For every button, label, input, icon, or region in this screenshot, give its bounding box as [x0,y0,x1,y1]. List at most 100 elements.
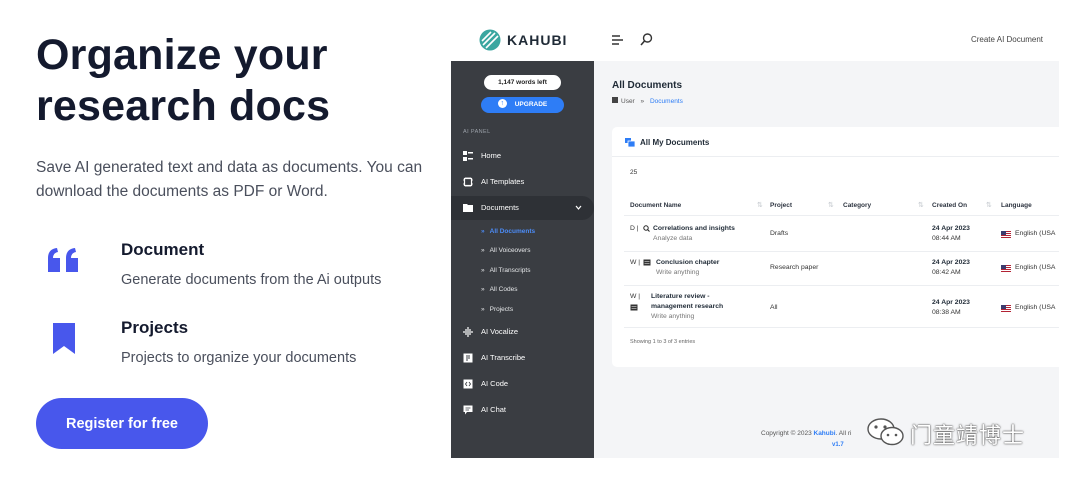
search-icon[interactable] [639,32,654,47]
column-header-category[interactable]: Category [843,202,871,209]
chat-icon [463,405,473,415]
breadcrumb: User » Documents [612,97,683,105]
sidebar-item-documents[interactable]: Documents [451,196,594,220]
column-header-language[interactable]: Language [1001,202,1032,209]
document-template: Write anything [656,269,700,276]
arrow-icon: » [481,306,485,313]
sub-label: All Documents [489,228,536,235]
sidebar-item-label: AI Chat [481,405,507,414]
sidebar-sub-all-transcripts[interactable]: » All Transcripts [481,267,530,274]
breadcrumb-separator: » [640,98,645,105]
feature-title: Projects [121,318,189,337]
sidebar-item-ai-templates[interactable]: AI Templates [451,170,594,194]
document-name-line2[interactable]: management research [651,303,723,310]
watermark-text: 门童靖博士 [910,423,1026,448]
sidebar-item-ai-code[interactable]: AI Code [451,372,594,396]
version-label: v1.7 [832,442,844,448]
feature-desc: Generate documents from the Ai outputs [121,272,382,288]
sort-icon[interactable]: ⇅ [918,201,924,209]
document-project: Drafts [770,230,789,237]
document-template: Analyze data [653,235,693,242]
sidebar-sub-all-codes[interactable]: » All Codes [481,286,517,293]
sidebar-item-ai-vocalize[interactable]: AI Vocalize [451,320,594,344]
transcribe-icon [463,353,473,363]
sidebar-sub-projects[interactable]: » Projects [481,306,513,313]
document-language: English (USA [1015,230,1056,237]
upgrade-label: UPGRADE [514,101,548,108]
sidebar-item-label: Documents [481,203,519,212]
sort-icon[interactable]: ⇅ [828,201,834,209]
divider [624,285,1059,286]
sidebar-item-ai-transcribe[interactable]: AI Transcribe [451,346,594,370]
page-title: All Documents [612,80,683,91]
magnify-icon [643,225,650,232]
column-header-document-name[interactable]: Document Name [630,202,681,209]
document-project: Research paper [770,264,819,271]
footer: Copyright © 2023 Kahubi. All ri [761,430,851,437]
divider [624,215,1059,216]
card-title: All My Documents [640,138,710,147]
sub-label: Projects [489,306,514,313]
hero-title: Organize your research docs [36,31,331,130]
templates-icon [463,177,473,187]
us-flag-icon [1001,265,1011,272]
feature-desc: Projects to organize your documents [121,350,357,366]
upgrade-button[interactable]: ↑ UPGRADE [481,97,564,113]
chevron-down-icon [575,205,582,210]
sub-label: All Voiceovers [489,247,531,254]
watermark: 门童靖博士 [866,416,1046,448]
wechat-icon [867,418,904,446]
copyright-text: Copyright © 2023 [761,430,812,437]
document-time: 08:38 AM [932,309,961,316]
kahubi-logo-icon [479,29,501,51]
logo-text: KAHUBI [507,32,568,48]
sidebar-item-label: AI Code [481,379,509,388]
brand-link[interactable]: Kahubi [814,430,836,437]
arrow-icon: » [481,286,485,293]
document-project: All [770,304,778,311]
card-header: All My Documents [612,127,1059,157]
arrow-icon: » [481,228,485,235]
sidebar-item-label: Home [481,151,502,160]
quote-icon [48,248,78,272]
sidebar-item-ai-chat[interactable]: AI Chat [451,398,594,422]
sort-icon[interactable]: ⇅ [757,201,763,209]
feature-document: Document Generate documents from the Ai … [36,240,446,300]
document-name-link[interactable]: Correlations and insights [653,225,735,232]
document-name-link[interactable]: Conclusion chapter [656,259,719,266]
main-content: All Documents User » Documents All My Do… [594,61,1059,458]
document-name-link[interactable]: Literature review - [651,293,710,300]
us-flag-icon [1001,305,1011,312]
sidebar-sub-all-voiceovers[interactable]: » All Voiceovers [481,247,530,254]
sidebar-item-label: AI Vocalize [481,327,519,336]
user-icon [612,97,618,104]
sidebar: 1,147 words left ↑ UPGRADE AI PANEL Home … [451,61,594,458]
document-template: Write anything [651,313,695,320]
feature-projects: Projects Projects to organize your docum… [36,318,446,378]
app-screenshot: KAHUBI Create AI Document 1,147 words le… [451,20,1059,458]
arrow-icon: » [481,247,485,254]
doc-type-badge: W | [630,293,641,300]
document-language: English (USA [1015,264,1056,271]
breadcrumb-current[interactable]: Documents [650,98,683,105]
sidebar-item-label: AI Templates [481,177,525,186]
divider [624,327,1059,328]
create-ai-document-link[interactable]: Create AI Document [971,35,1043,44]
sub-label: All Codes [489,286,518,293]
column-header-project[interactable]: Project [770,202,792,209]
column-header-created-on[interactable]: Created On [932,202,967,209]
sidebar-item-label: AI Transcribe [481,353,526,362]
menu-icon[interactable] [611,33,625,47]
document-date: 24 Apr 2023 [932,299,970,306]
page-size-select[interactable]: 25 [630,169,637,176]
documents-icon [625,138,635,147]
sort-icon[interactable]: ⇅ [986,201,992,209]
register-button[interactable]: Register for free [36,398,208,449]
breadcrumb-root[interactable]: User [621,98,635,105]
doc-type-badge: D | [630,225,639,232]
document-language: English (USA [1015,304,1056,311]
sidebar-item-home[interactable]: Home [451,144,594,168]
document-date: 24 Apr 2023 [932,225,970,232]
documents-card: All My Documents 25 Document Name ⇅ Proj… [612,127,1059,367]
sidebar-sub-all-documents[interactable]: » All Documents [481,228,535,235]
